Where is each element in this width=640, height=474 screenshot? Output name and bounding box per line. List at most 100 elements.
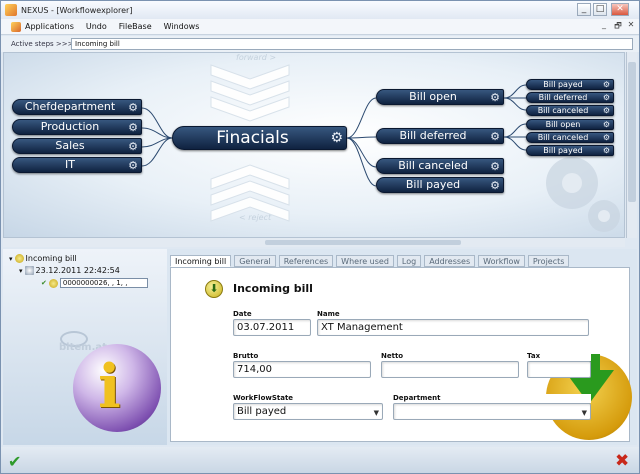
document-icon [24, 266, 34, 275]
gear-icon[interactable]: ⚙ [490, 179, 500, 192]
decorative-gears [546, 157, 620, 232]
node-label: Bill canceled [537, 133, 589, 142]
active-steps-select[interactable]: Incoming bill [71, 38, 633, 50]
expand-icon[interactable]: ▾ [19, 267, 23, 275]
window-title: NEXUS - [Workflowexplorer] [21, 5, 133, 15]
netto-input[interactable] [381, 361, 519, 378]
tab-log[interactable]: Log [396, 255, 422, 267]
vertical-scroll-thumb[interactable] [628, 62, 636, 202]
bill-icon [48, 278, 58, 288]
reject-label: < reject [239, 213, 272, 222]
info-orb-icon: i [73, 344, 161, 432]
subnode-deferred-bill-payed[interactable]: Bill payed ⚙ [526, 145, 614, 156]
node-chefdepartment[interactable]: Chefdepartment ⚙ [12, 99, 142, 115]
gear-icon[interactable]: ⚙ [128, 159, 138, 172]
chevron-down-icon[interactable]: ▼ [582, 406, 587, 421]
minimize-button[interactable]: _ [577, 3, 591, 16]
node-label: Bill payed [543, 80, 583, 89]
tab-addresses[interactable]: Addresses [424, 255, 476, 267]
gear-icon[interactable]: ⚙ [128, 121, 138, 134]
workflow-diagram: forward > < reject Chefdepartment ⚙ Prod… [3, 52, 625, 238]
gear-icon[interactable]: ⚙ [128, 140, 138, 153]
node-sales[interactable]: Sales ⚙ [12, 138, 142, 154]
tree-date-label: 23.12.2011 22:42:54 [35, 266, 120, 275]
tax-input[interactable] [527, 361, 591, 378]
tab-where-used[interactable]: Where used [336, 255, 394, 267]
expand-icon[interactable]: ▾ [9, 255, 13, 263]
brutto-label: Brutto [233, 352, 371, 361]
gear-icon[interactable]: ⚙ [490, 91, 500, 104]
tax-label: Tax [527, 352, 591, 361]
maximize-button[interactable]: □ [593, 3, 607, 16]
node-label: Chefdepartment [24, 100, 116, 113]
gear-icon[interactable]: ⚙ [603, 93, 610, 102]
app-window: NEXUS - [Workflowexplorer] _ □ ✕ Applica… [0, 0, 640, 474]
tree-value-field[interactable]: 0000000026, , 1, , [59, 278, 148, 288]
department-select[interactable]: ▼ [393, 403, 591, 420]
horizontal-scroll-thumb[interactable] [265, 240, 461, 245]
gear-icon[interactable]: ⚙ [330, 128, 343, 148]
subnode-open-bill-canceled[interactable]: Bill canceled ⚙ [526, 105, 614, 116]
diagram-horizontal-scrollbar[interactable] [3, 238, 625, 247]
mdi-minimize-button[interactable]: _ [599, 20, 609, 29]
active-steps-bar: Active steps >>> Incoming bill [1, 36, 639, 52]
tab-references[interactable]: References [278, 255, 334, 267]
gear-icon[interactable]: ⚙ [603, 133, 610, 142]
node-bill-open[interactable]: Bill open ⚙ [376, 89, 504, 105]
gear-icon[interactable]: ⚙ [603, 80, 610, 89]
title-bar: NEXUS - [Workflowexplorer] _ □ ✕ [1, 1, 639, 19]
node-bill-payed[interactable]: Bill payed ⚙ [376, 177, 504, 193]
tree-node-root[interactable]: ▾ Incoming bill [9, 254, 77, 263]
forward-chevrons [210, 64, 290, 122]
subnode-open-bill-payed[interactable]: Bill payed ⚙ [526, 79, 614, 90]
mdi-close-button[interactable]: ✕ [626, 20, 636, 29]
incoming-bill-panel: ⬇ Incoming bill Date 03.07.2011 Name XT … [170, 267, 632, 442]
node-label: Bill open [545, 120, 581, 129]
node-label: Sales [55, 139, 85, 152]
gear-icon[interactable]: ⚙ [603, 106, 610, 115]
tab-projects[interactable]: Projects [527, 255, 570, 267]
menu-windows[interactable]: Windows [164, 22, 200, 31]
tree-root-label: Incoming bill [25, 254, 77, 263]
diagram-vertical-scrollbar[interactable] [626, 52, 637, 238]
tab-workflow[interactable]: Workflow [478, 255, 525, 267]
download-bill-icon: ⬇ [205, 280, 223, 298]
date-input[interactable]: 03.07.2011 [233, 319, 311, 336]
tab-incoming-bill[interactable]: Incoming bill [170, 255, 232, 267]
node-production[interactable]: Production ⚙ [12, 119, 142, 135]
brutto-input[interactable]: 714,00 [233, 361, 371, 378]
node-bill-canceled[interactable]: Bill canceled ⚙ [376, 158, 504, 174]
tree-node-date[interactable]: ▾ 23.12.2011 22:42:54 [19, 266, 120, 275]
gear-icon[interactable]: ⚙ [490, 160, 500, 173]
subnode-open-bill-deferred[interactable]: Bill deferred ⚙ [526, 92, 614, 103]
menu-filebase[interactable]: FileBase [119, 22, 152, 31]
bottom-action-bar: ✔ ✖ [1, 447, 639, 473]
close-button[interactable]: ✕ [611, 3, 629, 16]
node-label: Bill deferred [538, 93, 588, 102]
check-icon: ✔ [41, 279, 47, 287]
chevron-down-icon[interactable]: ▼ [374, 406, 379, 421]
subnode-deferred-bill-open[interactable]: Bill open ⚙ [526, 119, 614, 130]
date-label: Date [233, 310, 311, 319]
brutto-field: Brutto 714,00 [233, 352, 371, 378]
name-input[interactable]: XT Management [317, 319, 589, 336]
subnode-deferred-bill-canceled[interactable]: Bill canceled ⚙ [526, 132, 614, 143]
menu-applications[interactable]: Applications [25, 22, 74, 31]
gear-icon[interactable]: ⚙ [603, 146, 610, 155]
ok-checkmark-icon[interactable]: ✔ [8, 452, 21, 471]
tab-general[interactable]: General [234, 255, 276, 267]
workflowstate-select[interactable]: Bill payed ▼ [233, 403, 383, 420]
mdi-restore-button[interactable]: 🗗 [613, 20, 623, 34]
gear-icon[interactable]: ⚙ [490, 130, 500, 143]
tree-node-value[interactable]: ✔ 0000000026, , 1, , [41, 278, 148, 288]
active-steps-label: Active steps >>> [11, 40, 74, 48]
gear-icon[interactable]: ⚙ [128, 101, 138, 114]
gear-icon[interactable]: ⚙ [603, 120, 610, 129]
node-bill-deferred[interactable]: Bill deferred ⚙ [376, 128, 504, 144]
panel-title: Incoming bill [233, 282, 313, 295]
node-finacials[interactable]: Finacials ⚙ [172, 126, 347, 150]
node-it[interactable]: IT ⚙ [12, 157, 142, 173]
node-label: Bill payed [543, 146, 583, 155]
menu-undo[interactable]: Undo [86, 22, 107, 31]
cancel-x-icon[interactable]: ✖ [615, 451, 629, 471]
